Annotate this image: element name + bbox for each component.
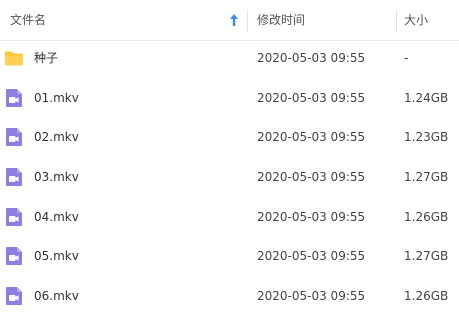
column-divider[interactable] (396, 10, 397, 32)
file-modified: 2020-05-03 09:55 (257, 130, 366, 145)
video-file-icon (6, 287, 22, 306)
file-size: 1.26GB (404, 289, 449, 304)
file-rows: 种子 2020-05-03 09:55 - 01.mkv 2020-05-03 … (0, 40, 459, 313)
file-size: 1.26GB (404, 209, 449, 224)
file-row[interactable]: 04.mkv 2020-05-03 09:55 1.26GB (0, 199, 459, 239)
video-file-icon (6, 128, 22, 147)
file-modified: 2020-05-03 09:55 (257, 249, 366, 264)
column-header: 文件名 修改时间 大小 (0, 0, 459, 41)
file-modified: 2020-05-03 09:55 (257, 289, 366, 304)
video-file-icon (6, 207, 22, 226)
file-size: 1.27GB (404, 170, 449, 185)
file-size: - (404, 51, 409, 65)
file-size: 1.24GB (404, 90, 449, 105)
file-name[interactable]: 02.mkv (34, 119, 79, 159)
video-file-icon (6, 247, 22, 266)
file-modified: 2020-05-03 09:55 (257, 51, 366, 65)
file-modified: 2020-05-03 09:55 (257, 90, 366, 105)
file-row[interactable]: 06.mkv 2020-05-03 09:55 1.26GB (0, 278, 459, 313)
column-header-modified[interactable]: 修改时间 (257, 0, 395, 40)
file-name[interactable]: 种子 (34, 40, 58, 80)
folder-icon (5, 51, 23, 66)
column-header-size[interactable]: 大小 (404, 0, 459, 40)
file-size: 1.23GB (404, 130, 449, 145)
file-modified: 2020-05-03 09:55 (257, 209, 366, 224)
file-row[interactable]: 种子 2020-05-03 09:55 - (0, 40, 459, 80)
file-name[interactable]: 01.mkv (34, 80, 79, 120)
file-name[interactable]: 06.mkv (34, 278, 79, 313)
file-size: 1.27GB (404, 249, 449, 264)
video-file-icon (6, 168, 22, 187)
video-file-icon (6, 88, 22, 107)
file-name[interactable]: 03.mkv (34, 159, 79, 199)
file-name[interactable]: 04.mkv (34, 199, 79, 239)
file-row[interactable]: 02.mkv 2020-05-03 09:55 1.23GB (0, 119, 459, 159)
sort-ascending-arrow-icon[interactable] (228, 13, 240, 27)
column-divider[interactable] (247, 10, 248, 32)
file-row[interactable]: 05.mkv 2020-05-03 09:55 1.27GB (0, 238, 459, 278)
file-name[interactable]: 05.mkv (34, 238, 79, 278)
file-row[interactable]: 01.mkv 2020-05-03 09:55 1.24GB (0, 80, 459, 120)
file-list-view: 文件名 修改时间 大小 种子 2020-05-03 09:55 - 01.mkv… (0, 0, 459, 313)
column-header-name[interactable]: 文件名 (10, 0, 245, 40)
file-row[interactable]: 03.mkv 2020-05-03 09:55 1.27GB (0, 159, 459, 199)
file-modified: 2020-05-03 09:55 (257, 170, 366, 185)
